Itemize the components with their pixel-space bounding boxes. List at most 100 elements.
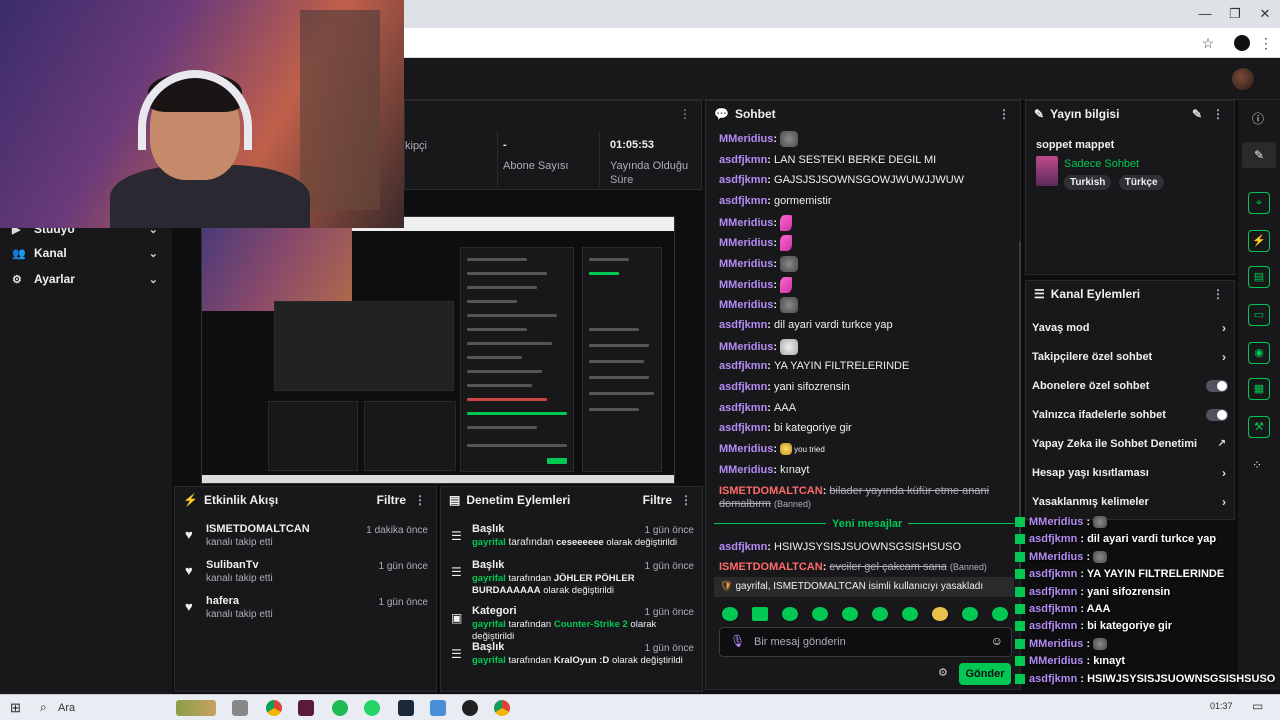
filter-button[interactable]: Filtre [643, 493, 672, 507]
tag[interactable]: Turkish [1064, 175, 1112, 190]
overlay-chat-line: MMeridius : [1015, 549, 1280, 566]
chat-username[interactable]: asdfjkmn [719, 174, 767, 186]
chat-username[interactable]: asdfjkmn [719, 154, 767, 166]
action-ai-moderation[interactable]: Yapay Zeka ile Sohbet Denetimi ↗ [1026, 429, 1236, 458]
chat-username[interactable]: asdfjkmn [719, 402, 767, 414]
stat-followers: kipçi [405, 139, 427, 153]
taskbar-search[interactable]: Ara [58, 702, 75, 714]
chat-username[interactable]: MMeridius [719, 299, 773, 311]
chat-username[interactable]: MMeridius [719, 341, 773, 353]
chat-username[interactable]: asdfjkmn [719, 319, 767, 331]
chat-username[interactable]: MMeridius [719, 279, 773, 291]
chat-username[interactable]: MMeridius [719, 443, 773, 455]
action-account-age[interactable]: Hesap yaşı kısıtlaması › [1026, 458, 1236, 487]
app-icon[interactable] [298, 700, 314, 716]
whatsapp-icon[interactable] [364, 700, 380, 716]
broadcast-icon[interactable]: ◉ [1248, 342, 1270, 364]
chat-username[interactable]: MMeridius [719, 217, 773, 229]
moderation-time: 1 gün önce [644, 561, 695, 572]
clock[interactable]: 01:37 [1210, 701, 1233, 711]
chat-username[interactable]: asdfjkmn [719, 195, 767, 207]
kebab-icon[interactable]: ⋮ [1212, 287, 1224, 301]
maximize-button[interactable]: ❐ [1220, 4, 1250, 24]
bookmark-star-icon[interactable]: ☆ [1200, 35, 1216, 51]
spotify-icon[interactable] [332, 700, 348, 716]
chat-username[interactable]: asdfjkmn [719, 422, 767, 434]
profile-icon[interactable] [1234, 35, 1250, 51]
browser-menu-icon[interactable]: ⋮ [1258, 35, 1274, 51]
chat-username[interactable]: MMeridius [719, 464, 773, 476]
action-followers-only[interactable]: Takipçilere özel sohbet › [1026, 342, 1236, 371]
tag[interactable]: Türkçe [1118, 175, 1164, 190]
address-bar[interactable] [404, 28, 1280, 58]
activity-feed-panel: ⚡ Etkinlik Akışı Filtre ⋮ ♥ ISMETDOMALTC… [174, 486, 437, 692]
windows-start-icon[interactable]: ⊞ [10, 700, 21, 716]
moderation-end: olarak değiştirildi [543, 585, 615, 596]
close-button[interactable]: ✕ [1250, 4, 1280, 24]
chat-username[interactable]: ISMETDOMALTCAN [719, 561, 823, 573]
action-label: Takipçilere özel sohbet [1032, 350, 1153, 363]
kebab-icon[interactable]: ⋮ [680, 493, 692, 507]
stream-category[interactable]: Sadece Sohbet [1064, 158, 1139, 170]
search-icon[interactable]: ⌕ [40, 700, 47, 715]
action-emote-only[interactable]: Yalnızca ifadelerle sohbet [1026, 400, 1236, 429]
apps-icon[interactable]: ⁘ [1252, 458, 1262, 472]
chat-username[interactable]: MMeridius [719, 133, 773, 145]
stream-preview[interactable] [201, 216, 675, 484]
emote-icon[interactable] [722, 607, 738, 621]
microphone-icon[interactable]: 🎙 [730, 634, 745, 648]
wrench-icon[interactable]: ⚒ [1248, 416, 1270, 438]
edit-icon[interactable]: ✎ [1192, 107, 1202, 121]
user-avatar[interactable] [1232, 68, 1254, 90]
kebab-icon[interactable]: ⋮ [414, 493, 426, 507]
chrome-icon[interactable] [494, 700, 510, 716]
action-slow-mode[interactable]: Yavaş mod › [1026, 313, 1236, 342]
chat-username[interactable]: MMeridius [719, 258, 773, 270]
action-banned-words[interactable]: Yasaklanmış kelimeler › [1026, 487, 1236, 516]
layout-icon[interactable]: ▦ [1248, 378, 1270, 400]
sidebar-item-settings[interactable]: ⚙ Ayarlar ⌄ [0, 266, 172, 292]
emote-icon[interactable] [842, 607, 858, 621]
emote-icon[interactable] [752, 607, 768, 621]
kebab-icon[interactable]: ⋮ [998, 107, 1010, 121]
kebab-icon[interactable]: ⋮ [679, 107, 691, 121]
obs-icon[interactable] [462, 700, 478, 716]
edit-icon[interactable]: ✎ [1242, 142, 1276, 168]
widget-icon[interactable] [176, 700, 216, 716]
task-view-icon[interactable] [232, 700, 248, 716]
files-icon[interactable] [430, 700, 446, 716]
notification-icon[interactable]: ▭ [1252, 699, 1263, 713]
send-button[interactable]: Gönder [959, 663, 1011, 685]
document-icon[interactable]: ▤ [1248, 266, 1270, 288]
toggle-switch[interactable] [1206, 379, 1228, 392]
toggle-switch[interactable] [1206, 408, 1228, 421]
capture-icon[interactable]: ⌖ [1248, 192, 1270, 214]
chat-username[interactable]: asdfjkmn [719, 381, 767, 393]
minimize-button[interactable]: — [1190, 4, 1220, 24]
stream-tags: Turkish Türkçe [1064, 174, 1168, 190]
chat-username[interactable]: asdfjkmn [719, 360, 767, 372]
chat-username[interactable]: ISMETDOMALTCAN [719, 485, 823, 497]
emote-icon[interactable] [932, 607, 948, 621]
emote-icon[interactable] [782, 607, 798, 621]
chat-settings-icon[interactable]: ⚙ [938, 666, 948, 679]
emoji-picker-icon[interactable]: ☺ [991, 634, 1003, 648]
action-subscribers-only[interactable]: Abonelere özel sohbet [1026, 371, 1236, 400]
sidebar-item-channel[interactable]: 👥 Kanal ⌄ [0, 240, 172, 266]
chat-icon[interactable]: ▭ [1248, 304, 1270, 326]
chat-input[interactable]: 🎙 Bir mesaj gönderin ☺ [719, 627, 1012, 657]
emote-icon[interactable] [812, 607, 828, 621]
kebab-icon[interactable]: ⋮ [1212, 107, 1224, 121]
info-icon[interactable]: ⓘ [1252, 110, 1264, 127]
chat-username[interactable]: MMeridius [719, 237, 773, 249]
emote-icon[interactable] [992, 607, 1008, 621]
emote-icon[interactable] [902, 607, 918, 621]
emote-icon[interactable] [962, 607, 978, 621]
filter-button[interactable]: Filtre [377, 493, 406, 507]
steam-icon[interactable] [398, 700, 414, 716]
emote-icon[interactable] [872, 607, 888, 621]
chat-username[interactable]: asdfjkmn [719, 541, 767, 553]
overlay-text: dil ayari vardi turkce yap [1087, 533, 1217, 546]
chrome-icon[interactable] [266, 700, 282, 716]
lightning-icon[interactable]: ⚡ [1248, 230, 1270, 252]
